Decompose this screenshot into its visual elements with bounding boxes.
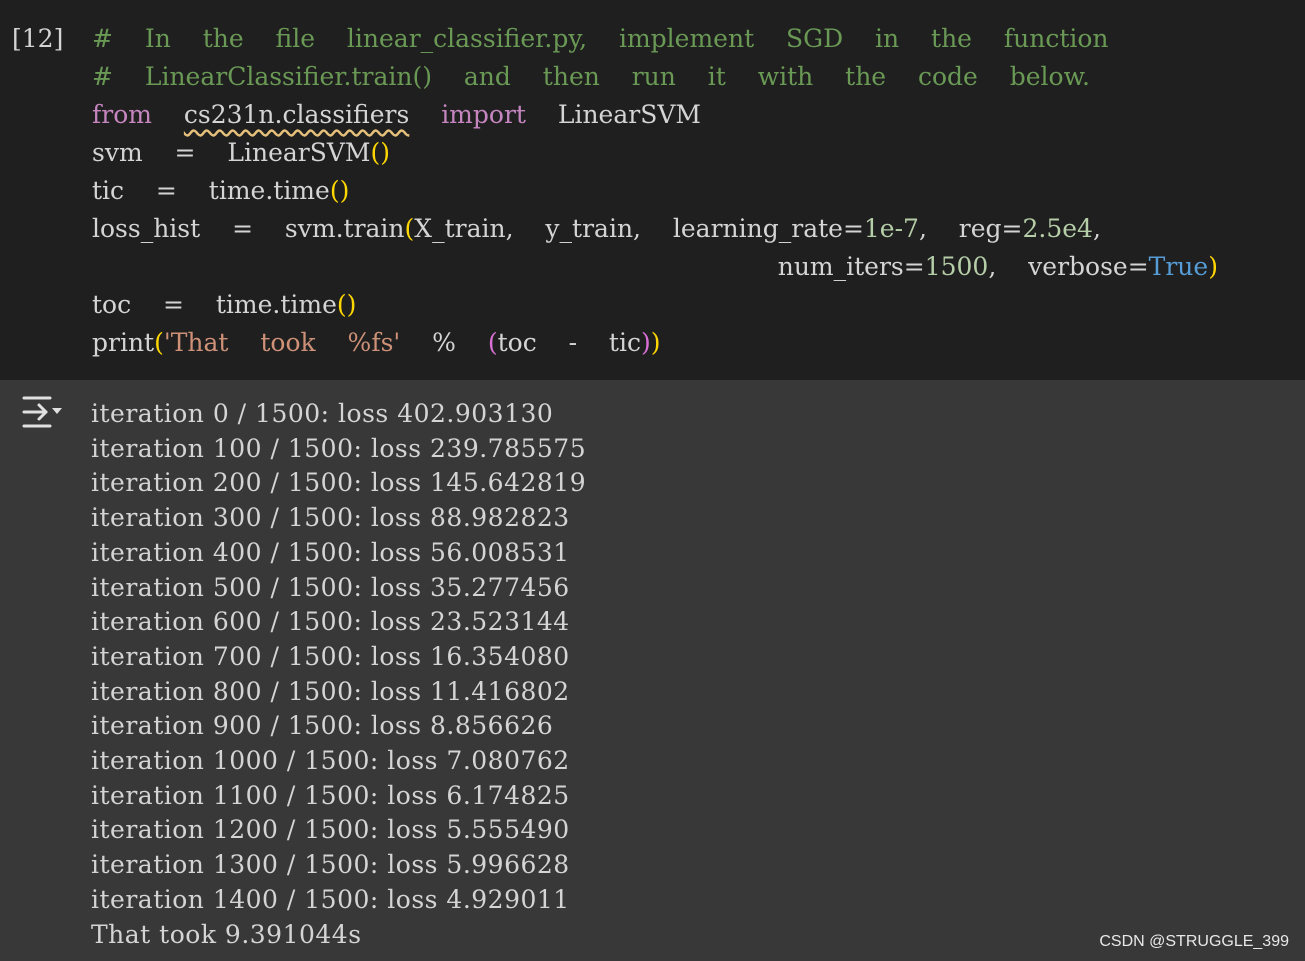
code-token: 'That took %fs': [163, 328, 401, 357]
code-line: loss_hist = svm.train(X_train, y_train, …: [92, 210, 1101, 248]
code-token: X_train, y_train, learning_rate=: [414, 214, 864, 243]
code-token: , verbose=: [988, 252, 1149, 281]
output-toggle-icon[interactable]: [20, 394, 66, 432]
output-line: iteration 1000 / 1500: loss 7.080762: [91, 746, 570, 775]
code-token: tic = time.time: [92, 176, 330, 205]
code-token: 2.5e4: [1022, 214, 1093, 243]
code-token: (: [404, 214, 415, 243]
output-line: iteration 900 / 1500: loss 8.856626: [91, 711, 554, 741]
output-line: iteration 500 / 1500: loss 35.277456: [91, 572, 570, 602]
code-line: tic = time.time(): [92, 172, 349, 210]
code-token: (): [336, 290, 357, 319]
output-line: iteration 1200 / 1500: loss 5.555490: [91, 815, 570, 845]
output-line: That took 9.391044s: [91, 919, 362, 949]
code-token: svm = LinearSVM: [92, 138, 371, 167]
execution-count: [12]: [12, 24, 64, 53]
output-area: iteration 0 / 1500: loss 402.903130 itera…: [0, 380, 1305, 961]
output-line: iteration 600 / 1500: loss 23.523144: [91, 607, 570, 637]
code-token: 1500: [924, 252, 989, 281]
notebook-cell: [12] # In the file linear_classifier.py,…: [0, 0, 1305, 961]
output-line: iteration 300 / 1500: loss 88.982823: [91, 503, 570, 533]
code-editor[interactable]: [12] # In the file linear_classifier.py,…: [0, 0, 1305, 380]
code-token: print: [92, 328, 155, 357]
code-token: import: [441, 100, 526, 129]
output-line: iteration 1300 / 1500: loss 5.996628: [91, 850, 570, 880]
code-token: (): [329, 176, 350, 205]
code-token: # LinearClassifier.train() and then run …: [92, 62, 1090, 91]
code-line: print('That took %fs' % (toc - tic)): [92, 324, 661, 362]
code-token: 1e-7: [863, 214, 919, 243]
code-token: ,: [1092, 214, 1101, 243]
code-token: cs231n.classifiers: [183, 100, 410, 129]
code-token: toc = time.time: [92, 290, 337, 319]
code-line: from cs231n.classifiers import LinearSVM: [92, 96, 701, 134]
output-line: iteration 0 / 1500: loss 402.903130: [91, 399, 554, 428]
output-line: iteration 1100 / 1500: loss 6.174825: [91, 780, 570, 810]
output-line: iteration 200 / 1500: loss 145.642819: [91, 468, 587, 498]
code-token: True: [1148, 252, 1209, 281]
code-line: # In the file linear_classifier.py, impl…: [92, 20, 1109, 58]
code-token: ): [1208, 252, 1218, 281]
code-token: loss_hist = svm.train: [92, 214, 405, 243]
code-token: num_iters=: [92, 252, 925, 281]
code-token: ): [650, 328, 661, 357]
output-line: iteration 800 / 1500: loss 11.416802: [91, 676, 570, 706]
code-token: (): [370, 138, 391, 167]
watermark: CSDN @STRUGGLE_399: [1099, 933, 1289, 950]
code-token: LinearSVM: [525, 100, 701, 129]
output-line: iteration 100 / 1500: loss 239.785575: [91, 433, 587, 463]
code-token: toc - tic: [497, 328, 641, 357]
code-token: from: [92, 100, 152, 129]
code-line: num_iters=1500, verbose=True): [92, 248, 1218, 286]
code-line: # LinearClassifier.train() and then run …: [92, 58, 1090, 96]
output-line: iteration 700 / 1500: loss 16.354080: [91, 641, 570, 671]
code-token: (: [487, 328, 498, 357]
code-token: %: [400, 328, 488, 357]
code-token: , reg=: [918, 214, 1023, 243]
code-token: ): [640, 328, 651, 357]
code-line: toc = time.time(): [92, 286, 356, 324]
code-token: (: [154, 328, 164, 357]
output-line: iteration 1400 / 1500: loss 4.929011: [91, 884, 570, 914]
output-line: iteration 400 / 1500: loss 56.008531: [91, 537, 570, 567]
code-token: # In the file linear_classifier.py, impl…: [92, 24, 1109, 53]
code-line: svm = LinearSVM(): [92, 134, 390, 172]
